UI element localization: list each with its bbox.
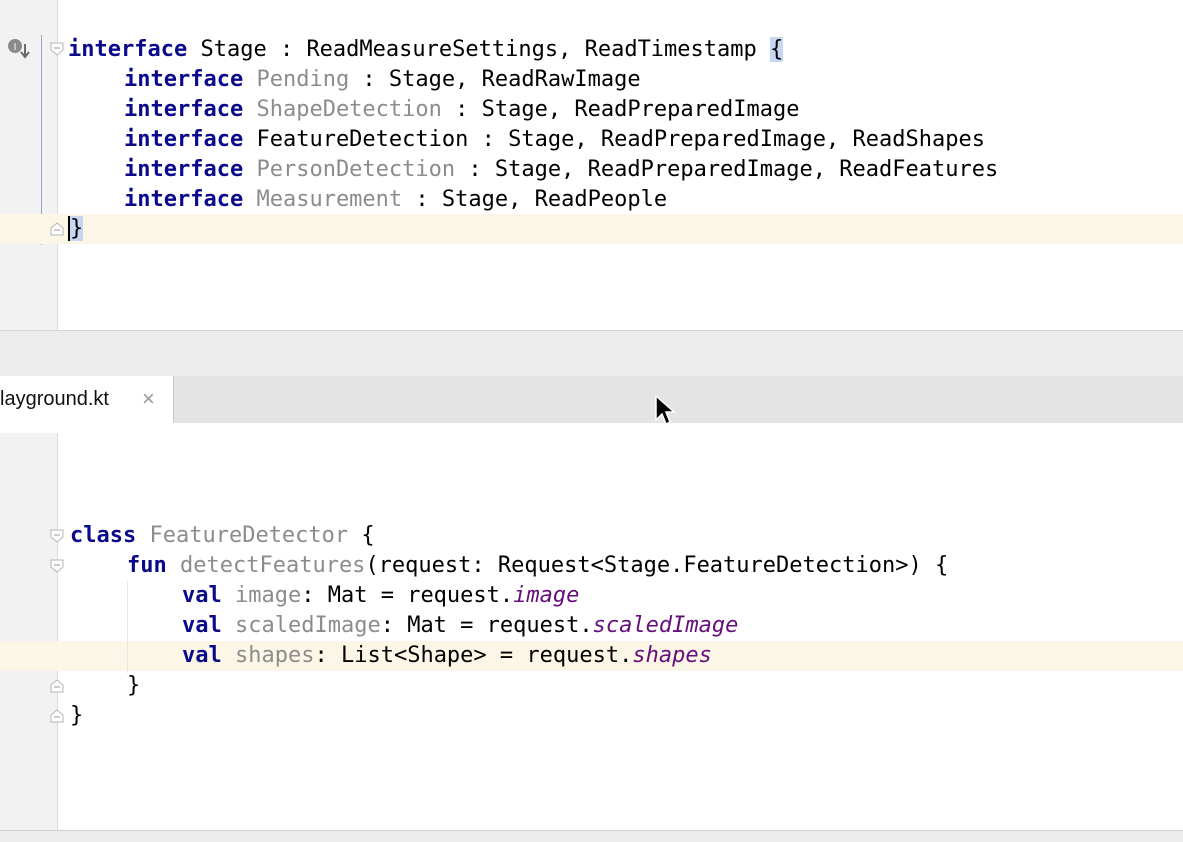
property: scaledImage — [592, 613, 739, 638]
code-line[interactable]: } — [127, 671, 140, 701]
identifier: PersonDetection — [256, 157, 456, 182]
keyword: class — [70, 523, 137, 548]
tab-underline — [0, 423, 1183, 433]
code-line[interactable]: } — [70, 701, 83, 731]
code-line[interactable]: } — [68, 214, 84, 244]
keyword: interface — [124, 187, 244, 212]
code-line[interactable]: val image: Mat = request.image — [182, 581, 579, 611]
code-line[interactable]: interface Stage : ReadMeasureSettings, R… — [68, 35, 784, 65]
code-text: (request: Request<Stage.FeatureDetection… — [365, 553, 949, 578]
code-line[interactable]: interface Pending : Stage, ReadRawImage — [124, 65, 641, 95]
keyword: val — [182, 613, 222, 638]
keyword: interface — [124, 127, 244, 152]
code-line[interactable]: interface ShapeDetection : Stage, ReadPr… — [124, 95, 800, 125]
fold-marker-icon[interactable] — [50, 42, 64, 56]
mouse-pointer-icon — [655, 394, 676, 426]
identifier: shapes — [235, 643, 315, 668]
code-line[interactable]: class FeatureDetector { — [70, 521, 375, 551]
code-text: : Stage, ReadPreparedImage, ReadFeatures — [455, 157, 999, 182]
code-line[interactable]: interface Measurement : Stage, ReadPeopl… — [124, 185, 667, 215]
split-divider[interactable] — [0, 330, 1183, 377]
identifier: detectFeatures — [180, 553, 366, 578]
code-text: : List<Shape> = request. — [314, 643, 633, 668]
matched-brace: } — [68, 216, 84, 241]
keyword: interface — [124, 67, 244, 92]
indent-guide — [127, 581, 128, 673]
keyword: interface — [124, 97, 244, 122]
property: shapes — [632, 643, 712, 668]
code-text: : ReadMeasureSettings, ReadTimestamp — [266, 37, 771, 62]
property: image — [513, 583, 580, 608]
fold-marker-icon[interactable] — [50, 529, 64, 543]
code-line[interactable]: interface PersonDetection : Stage, ReadP… — [124, 155, 998, 185]
svg-text:I: I — [14, 42, 17, 53]
identifier: FeatureDetection — [256, 127, 469, 152]
code-line[interactable]: val shapes: List<Shape> = request.shapes — [182, 641, 712, 671]
identifier: scaledImage — [235, 613, 381, 638]
close-icon[interactable]: × — [142, 386, 155, 412]
code-text: : Mat = request. — [380, 613, 593, 638]
code-text: : Stage, ReadPreparedImage, ReadShapes — [468, 127, 985, 152]
identifier: image — [235, 583, 302, 608]
tab-label: layground.kt — [0, 388, 109, 410]
code-line[interactable]: val scaledImage: Mat = request.scaledIma… — [182, 611, 738, 641]
implemented-gutter-icon[interactable]: I — [5, 36, 31, 62]
keyword: interface — [68, 37, 188, 62]
keyword: fun — [127, 553, 167, 578]
top-editor-pane[interactable]: I interface Stage : ReadMeasureSettings,… — [0, 0, 1183, 330]
bottom-divider — [0, 830, 1183, 842]
code-text: { — [348, 523, 375, 548]
closing-brace: } — [70, 703, 84, 728]
keyword: val — [182, 643, 222, 668]
code-text: : Stage, ReadRawImage — [349, 67, 641, 92]
identifier: Pending — [256, 67, 350, 92]
code-line[interactable]: interface FeatureDetection : Stage, Read… — [124, 125, 985, 155]
identifier: ShapeDetection — [256, 97, 442, 122]
fold-marker-icon[interactable] — [50, 559, 64, 573]
matched-brace: { — [770, 37, 784, 62]
current-line-highlight — [0, 214, 1183, 244]
identifier: Measurement — [256, 187, 403, 212]
tab-playground[interactable]: layground.kt × — [0, 376, 174, 423]
keyword: interface — [124, 157, 244, 182]
bottom-editor-pane[interactable]: class FeatureDetector { fun detectFeatur… — [0, 433, 1183, 830]
keyword: val — [182, 583, 222, 608]
editor-tab-bar: layground.kt × — [0, 376, 1183, 424]
code-text: : Mat = request. — [301, 583, 514, 608]
code-text: : Stage, ReadPeople — [402, 187, 668, 212]
code-text: : Stage, ReadPreparedImage — [441, 97, 800, 122]
identifier: FeatureDetector — [149, 523, 349, 548]
bottom-gutter — [0, 433, 58, 830]
fold-marker-end-icon[interactable] — [50, 709, 64, 723]
fold-marker-end-icon[interactable] — [50, 222, 64, 236]
code-line[interactable]: fun detectFeatures(request: Request<Stag… — [127, 551, 948, 581]
closing-brace: } — [127, 673, 141, 698]
identifier: Stage — [200, 37, 267, 62]
fold-marker-end-icon[interactable] — [50, 679, 64, 693]
